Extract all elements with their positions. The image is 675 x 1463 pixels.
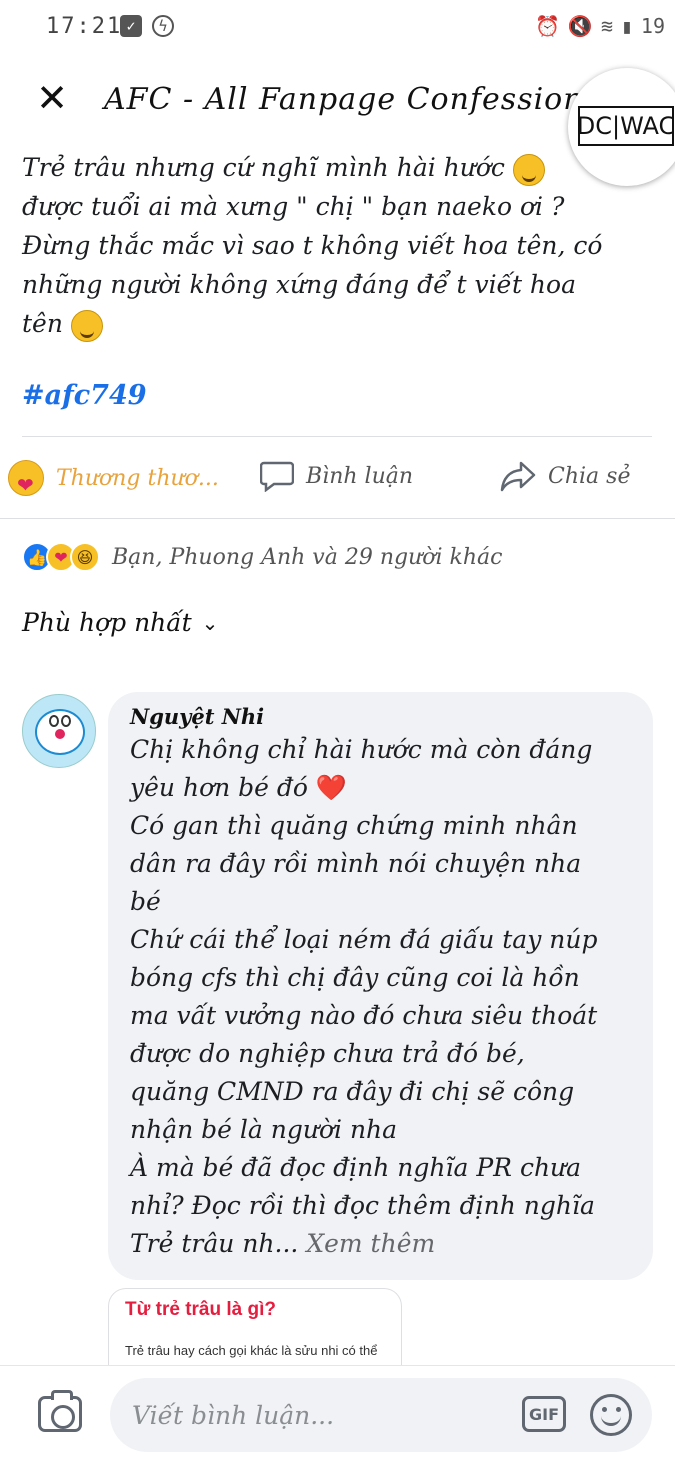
status-bar: 17:21 ✓ ϟ ⏰ 🔇 ≋ ▮ 19 xyxy=(0,0,675,56)
heart-icon: ❤️ xyxy=(315,773,348,802)
comment-text: Chị không chỉ hài hước mà còn đáng yêu h… xyxy=(130,735,598,1258)
see-more-link[interactable]: Xem thêm xyxy=(306,1229,435,1258)
mute-icon: 🔇 xyxy=(567,14,593,38)
avatar-eye xyxy=(49,715,59,727)
post-line: tên xyxy=(22,304,652,343)
comment-bubble: Nguyệt Nhi Chị không chỉ hài hước mà còn… xyxy=(108,692,653,1280)
comment-composer: GIF xyxy=(0,1365,675,1463)
post-body: Trẻ trâu nhưng cứ nghĩ mình hài hước đượ… xyxy=(22,148,652,343)
page-title[interactable]: AFC - All Fanpage Confession xyxy=(104,82,584,117)
post-line: những người không xứng đáng để t viết ho… xyxy=(22,270,576,299)
care-reaction-button[interactable]: Thương thươ... xyxy=(8,460,219,497)
status-right-icons: ⏰ 🔇 ≋ ▮ 19 xyxy=(535,14,665,38)
share-icon xyxy=(500,461,536,492)
link-description: Trẻ trâu hay cách gọi khác là sửu nhi có… xyxy=(125,1343,378,1358)
signal-icon: ▮ xyxy=(620,14,633,38)
checkbox-icon: ✓ xyxy=(120,15,142,37)
grinning-emoji-icon xyxy=(512,153,545,186)
status-left-icons: ✓ ϟ xyxy=(120,15,174,37)
avatar[interactable] xyxy=(22,694,96,768)
header: ✕ AFC - All Fanpage Confession DC|WAC xyxy=(0,60,675,186)
reactions-summary[interactable]: 👍 ❤ 😆 Bạn, Phuong Anh và 29 người khác xyxy=(22,538,502,576)
care-icon xyxy=(8,460,44,497)
logo-text: DC|WAC xyxy=(577,106,675,146)
comment-button[interactable]: Bình luận xyxy=(260,460,413,492)
camera-icon[interactable] xyxy=(38,1390,82,1432)
close-icon[interactable]: ✕ xyxy=(34,79,70,117)
link-title: Từ trẻ trâu là gì? xyxy=(125,1299,276,1320)
divider xyxy=(0,518,675,519)
share-label: Chia sẻ xyxy=(548,463,631,489)
comment-icon xyxy=(260,461,294,492)
post-line: Đừng thắc mắc vì sao t không viết hoa tê… xyxy=(22,231,603,260)
gif-button[interactable]: GIF xyxy=(522,1396,566,1432)
post-line: được tuổi ai mà xưng " chị " bạn naeko ơ… xyxy=(22,192,565,221)
avatar-eye xyxy=(61,715,71,727)
hashtag-link[interactable]: #afc749 xyxy=(22,380,147,411)
avatar-nose xyxy=(55,729,65,739)
smile-emoji-icon xyxy=(70,309,103,342)
status-time: 17:21 xyxy=(46,14,123,39)
share-button[interactable]: Chia sẻ xyxy=(500,460,630,492)
action-bar: Thương thươ... Bình luận Chia sẻ xyxy=(0,438,675,518)
post-line: Trẻ trâu nhưng cứ nghĩ mình hài hước xyxy=(22,148,652,187)
comment-author[interactable]: Nguyệt Nhi xyxy=(130,704,631,729)
divider xyxy=(22,436,652,437)
care-label: Thương thươ... xyxy=(56,465,219,491)
comment-input[interactable] xyxy=(110,1378,652,1452)
chevron-down-icon: ⌄ xyxy=(201,610,219,635)
haha-reaction-icon: 😆 xyxy=(70,542,100,572)
alarm-icon: ⏰ xyxy=(535,14,560,38)
wifi-icon: ≋ xyxy=(600,14,613,38)
comment-label: Bình luận xyxy=(306,463,414,489)
emoji-icon[interactable] xyxy=(590,1394,632,1436)
battery-level: 19 xyxy=(640,14,665,38)
sort-label: Phù hợp nhất xyxy=(22,608,192,637)
comment-sort-dropdown[interactable]: Phù hợp nhất ⌄ xyxy=(22,608,218,637)
messenger-icon: ϟ xyxy=(152,15,174,37)
reactions-text: Bạn, Phuong Anh và 29 người khác xyxy=(112,544,503,570)
